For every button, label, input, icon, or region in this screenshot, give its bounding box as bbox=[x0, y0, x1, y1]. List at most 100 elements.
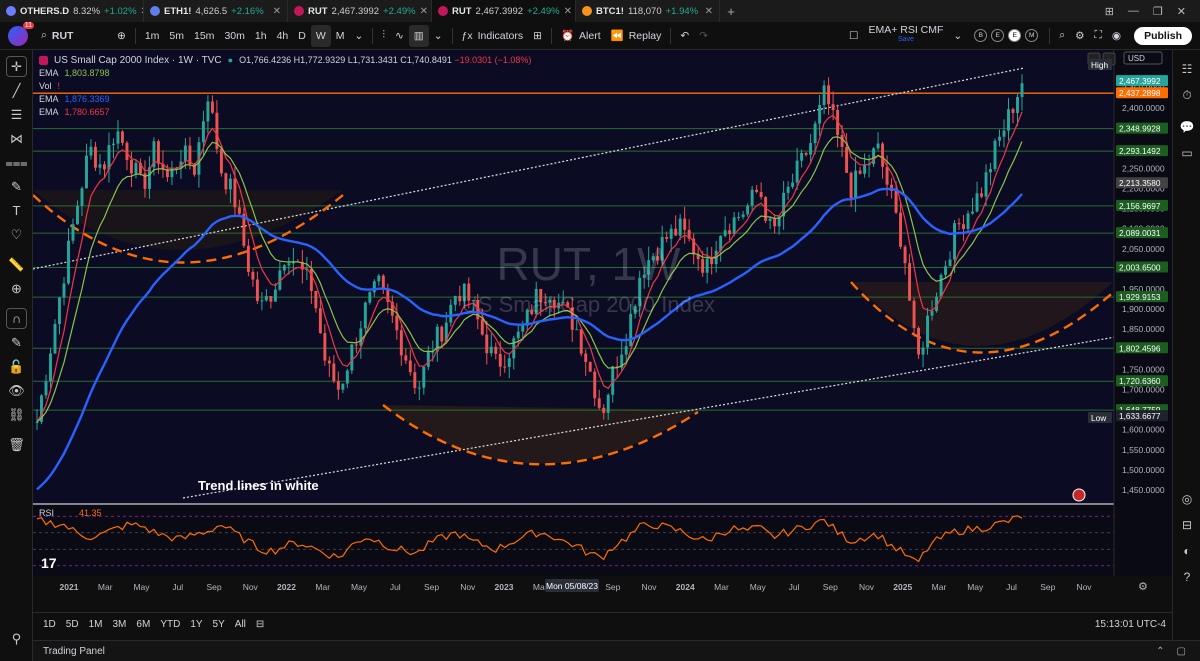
candle-body[interactable] bbox=[269, 296, 273, 302]
range-6m[interactable]: 6M bbox=[132, 617, 154, 632]
candle-body[interactable] bbox=[953, 223, 956, 260]
candle-body[interactable] bbox=[233, 178, 237, 208]
candle-body[interactable] bbox=[489, 346, 493, 354]
candle-body[interactable] bbox=[53, 323, 57, 354]
range-5d[interactable]: 5D bbox=[62, 617, 83, 632]
candle-body[interactable] bbox=[449, 304, 453, 323]
candle-body[interactable] bbox=[795, 160, 799, 183]
redo-icon[interactable]: ↷ bbox=[694, 25, 713, 47]
fullscreen-icon[interactable]: ⛶ bbox=[1090, 25, 1107, 47]
chat-icon[interactable]: 💬 bbox=[1178, 118, 1196, 136]
candle-body[interactable] bbox=[746, 205, 750, 215]
candle-body[interactable] bbox=[507, 358, 511, 367]
mode-circle-0[interactable]: B bbox=[974, 29, 988, 42]
candle-body[interactable] bbox=[282, 265, 286, 271]
timeframe-30m[interactable]: 30m bbox=[219, 25, 249, 47]
chart-canvas[interactable]: RUT, 1WUS Small Cap 2000 Index Trend line… bbox=[33, 50, 1172, 598]
candle-body[interactable] bbox=[354, 344, 358, 346]
candle-body[interactable] bbox=[94, 146, 97, 168]
layout-name-button[interactable]: EMA+ RSI CMF Save bbox=[863, 24, 948, 47]
chart-pane[interactable]: RUT, 1W US Small Cap 2000 Index Trend line… bbox=[33, 50, 1172, 598]
replay-button[interactable]: ⏪ Replay bbox=[606, 25, 667, 47]
candle-body[interactable] bbox=[678, 218, 682, 236]
annotation-text[interactable]: Trend lines in white bbox=[198, 478, 319, 493]
mode-circle-2[interactable]: E bbox=[1008, 29, 1022, 42]
zoom-in-icon[interactable]: ⊕ bbox=[6, 278, 27, 299]
candle-body[interactable] bbox=[944, 266, 948, 275]
candle-body[interactable] bbox=[89, 146, 93, 156]
candle-body[interactable] bbox=[440, 326, 444, 342]
time-axis-background[interactable] bbox=[33, 576, 1172, 598]
candle-body[interactable] bbox=[885, 166, 889, 185]
candle-body[interactable] bbox=[804, 152, 808, 155]
candle-body[interactable] bbox=[881, 143, 885, 167]
tab-0[interactable]: OTHERS.D8.32%+1.02%✕ bbox=[0, 0, 144, 22]
candle-body[interactable] bbox=[156, 141, 160, 164]
layout-icon[interactable]: ⊞ bbox=[1105, 5, 1114, 18]
candle-body[interactable] bbox=[107, 145, 111, 170]
collapse-icon[interactable]: ⌃ bbox=[1156, 646, 1164, 657]
candle-body[interactable] bbox=[255, 279, 259, 301]
axis-settings-icon[interactable]: ⚙ bbox=[1138, 580, 1148, 593]
candle-body[interactable] bbox=[62, 283, 66, 298]
templates-icon[interactable]: ⊞ bbox=[528, 25, 547, 47]
lock-icon[interactable]: 🔓 bbox=[6, 356, 27, 377]
candle-body[interactable] bbox=[818, 105, 822, 124]
timeframe-D[interactable]: D bbox=[293, 25, 311, 47]
candle-body[interactable] bbox=[71, 224, 75, 241]
candle-style-icon[interactable]: ▥ bbox=[408, 24, 429, 47]
calendar-icon[interactable]: ⊟ bbox=[1178, 516, 1196, 534]
fib-icon[interactable]: ⩶ bbox=[5, 152, 27, 173]
candle-body[interactable] bbox=[273, 289, 277, 302]
candle-body[interactable] bbox=[1020, 83, 1024, 97]
candle-body[interactable] bbox=[971, 211, 974, 214]
trend-line-icon[interactable]: ╱ bbox=[6, 80, 27, 101]
candle-body[interactable] bbox=[957, 223, 961, 225]
range-1y[interactable]: 1Y bbox=[186, 617, 206, 632]
candle-body[interactable] bbox=[44, 381, 48, 396]
close-tab-icon[interactable]: ✕ bbox=[420, 6, 428, 17]
candle-body[interactable] bbox=[327, 360, 331, 364]
candle-body[interactable] bbox=[341, 383, 345, 390]
candle-body[interactable] bbox=[993, 140, 997, 170]
candle-body[interactable] bbox=[103, 164, 106, 170]
candle-body[interactable] bbox=[912, 300, 916, 329]
ideas-icon[interactable]: ▭ bbox=[1178, 144, 1196, 162]
candle-body[interactable] bbox=[827, 85, 831, 105]
settings-gear-icon[interactable]: ⚙ bbox=[1070, 25, 1089, 47]
timeframe-1h[interactable]: 1h bbox=[250, 25, 272, 47]
candle-body[interactable] bbox=[408, 360, 412, 373]
maximize-button[interactable]: ❐ bbox=[1153, 5, 1163, 18]
tab-4[interactable]: BTC1! 118,070 +1.94% ✕ bbox=[576, 0, 720, 22]
mode-circle-3[interactable]: M bbox=[1025, 29, 1039, 42]
range-all[interactable]: All bbox=[231, 617, 250, 632]
range-1d[interactable]: 1D bbox=[39, 617, 60, 632]
candle-body[interactable] bbox=[575, 329, 579, 331]
candle-body[interactable] bbox=[336, 381, 340, 390]
candle-body[interactable] bbox=[975, 193, 979, 212]
candle-body[interactable] bbox=[741, 214, 745, 218]
timeframe-15m[interactable]: 15m bbox=[189, 25, 219, 47]
close-tab-icon[interactable]: ✕ bbox=[273, 6, 281, 17]
candle-body[interactable] bbox=[120, 131, 124, 143]
pine-icon[interactable]: ◐ bbox=[1178, 542, 1196, 560]
candle-body[interactable] bbox=[921, 347, 925, 355]
pattern-icon[interactable]: ⋈ bbox=[6, 128, 27, 149]
candle-body[interactable] bbox=[417, 387, 421, 389]
tab-1[interactable]: ETH1! 4,626.5 +2.16% ✕ bbox=[144, 0, 288, 22]
candle-body[interactable] bbox=[732, 217, 736, 235]
minimize-button[interactable]: — bbox=[1128, 5, 1139, 17]
candle-body[interactable] bbox=[323, 333, 327, 361]
watchlist-icon[interactable]: ☷ bbox=[1178, 60, 1196, 78]
candle-body[interactable] bbox=[125, 142, 129, 160]
candle-body[interactable] bbox=[980, 193, 983, 197]
candle-body[interactable] bbox=[1016, 96, 1019, 113]
timeframe-1m[interactable]: 1m bbox=[140, 25, 165, 47]
candle-body[interactable] bbox=[381, 275, 385, 289]
quick-search-icon[interactable]: ⌕ bbox=[1054, 25, 1070, 47]
candle-body[interactable] bbox=[674, 228, 678, 236]
timeframe-5m[interactable]: 5m bbox=[164, 25, 189, 47]
new-tab-button[interactable]: + bbox=[720, 0, 742, 22]
candle-body[interactable] bbox=[759, 192, 763, 198]
candle-body[interactable] bbox=[813, 123, 817, 144]
